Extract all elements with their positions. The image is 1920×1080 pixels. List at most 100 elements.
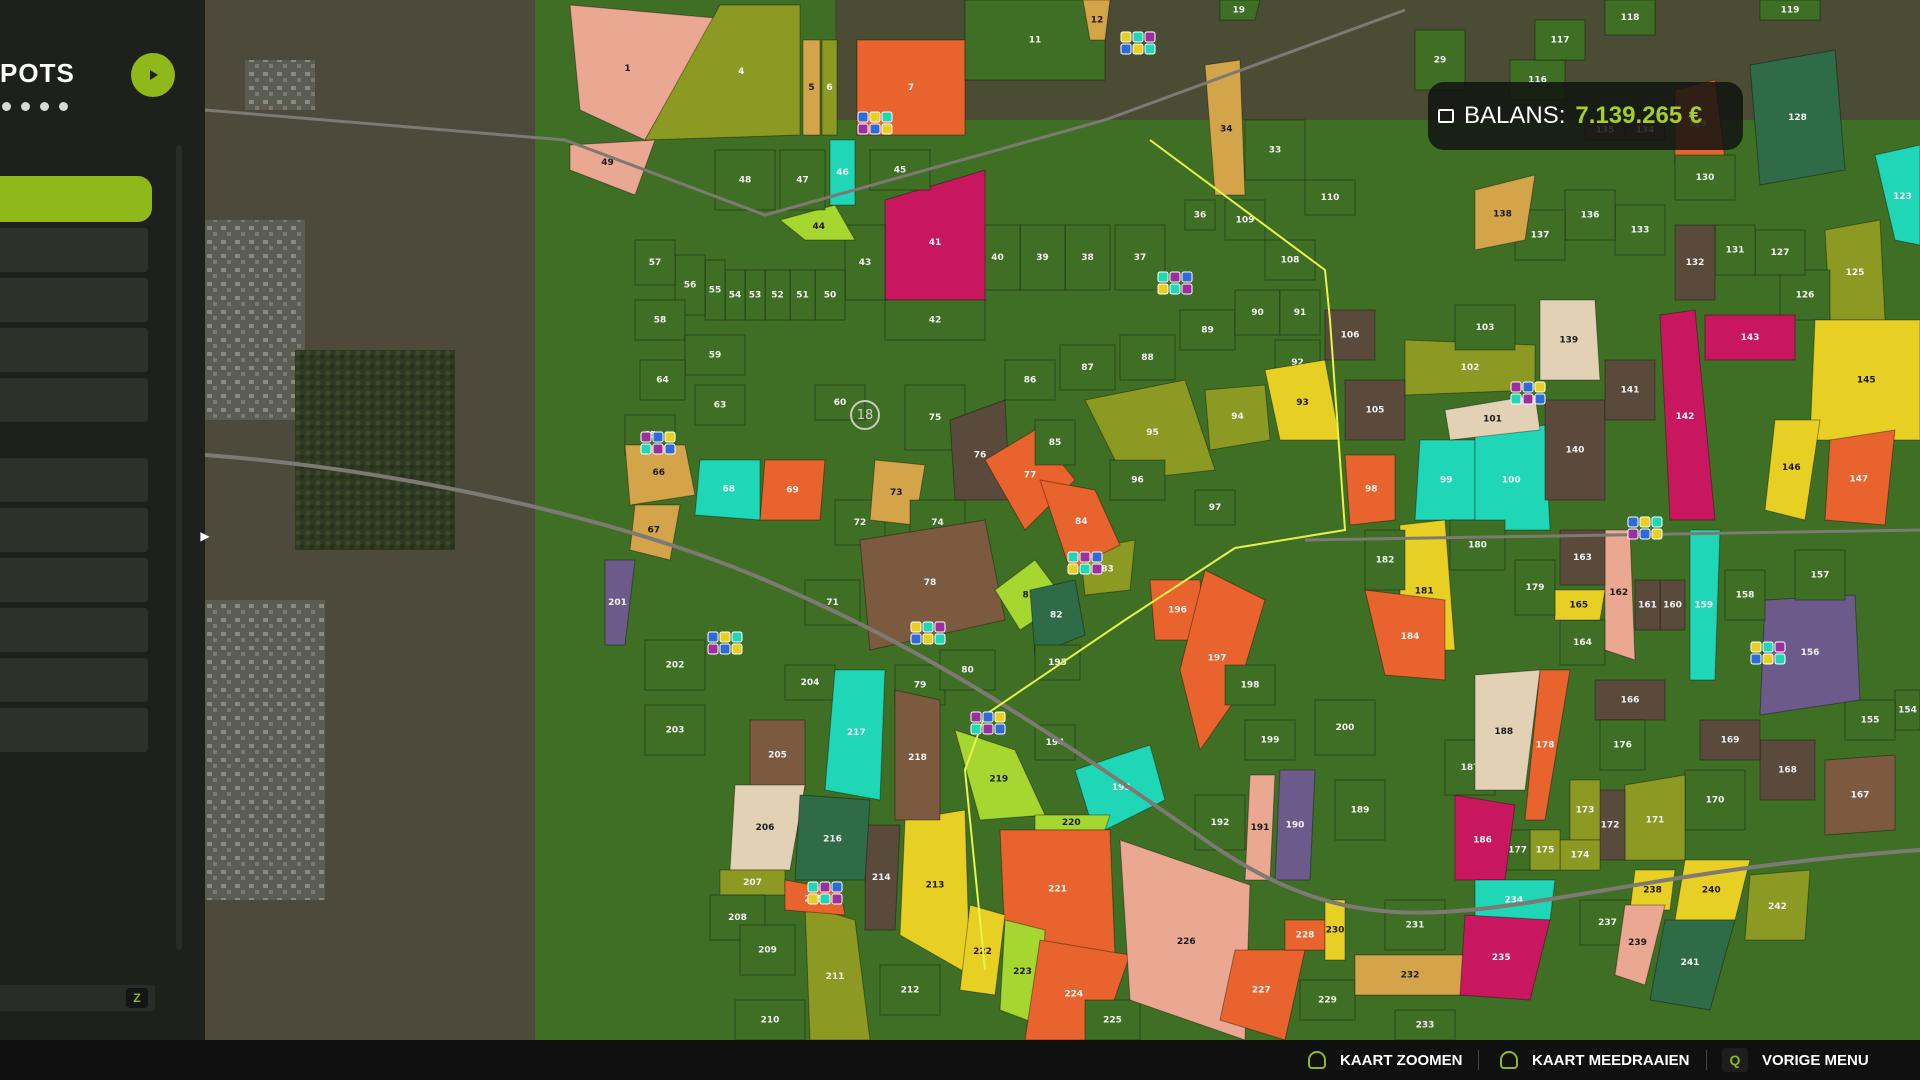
field-140[interactable]: 140	[1544, 399, 1606, 501]
field-136[interactable]: 136	[1564, 189, 1616, 241]
field-36[interactable]: 36	[1184, 199, 1216, 231]
map-hotspot-icon[interactable]	[1120, 31, 1132, 43]
menu-item[interactable]	[0, 228, 148, 272]
map-hotspot-icon[interactable]	[881, 123, 893, 135]
menu-item[interactable]	[0, 378, 148, 422]
menu-item[interactable]	[0, 458, 148, 502]
map-hotspot-icon[interactable]	[970, 723, 982, 735]
map-hotspot-icon[interactable]	[1091, 551, 1103, 563]
map-hotspot-icon[interactable]	[652, 431, 664, 443]
map-hotspot-icon[interactable]	[1510, 393, 1522, 405]
map-hotspot-icon[interactable]	[1144, 31, 1156, 43]
map-hotspot-icon[interactable]	[1067, 551, 1079, 563]
field-230[interactable]: 230	[1324, 899, 1346, 961]
field-64[interactable]: 64	[639, 359, 686, 401]
page-dot[interactable]	[2, 102, 11, 111]
field-210[interactable]: 210	[734, 999, 806, 1040]
field-171[interactable]: 171	[1624, 774, 1686, 861]
page-dot[interactable]	[21, 102, 30, 111]
field-233[interactable]: 233	[1394, 1009, 1456, 1040]
field-88[interactable]: 88	[1119, 334, 1176, 381]
field-163[interactable]: 163	[1559, 529, 1606, 586]
field-229[interactable]: 229	[1299, 979, 1356, 1021]
map-hotspot-icon[interactable]	[1639, 528, 1651, 540]
field-42[interactable]: 42	[884, 299, 986, 341]
map-hotspot-icon[interactable]	[922, 633, 934, 645]
field-212[interactable]: 212	[879, 964, 941, 1016]
field-203[interactable]: 203	[644, 704, 706, 756]
map-hotspot-icon[interactable]	[1534, 393, 1546, 405]
map-hotspot-icon[interactable]	[807, 893, 819, 905]
field-218[interactable]: 218	[894, 689, 941, 821]
field-51[interactable]: 51	[789, 269, 816, 321]
map-hotspot-icon[interactable]	[1762, 653, 1774, 665]
field-228[interactable]: 228	[1284, 919, 1326, 951]
map-hotspot-icon[interactable]	[819, 893, 831, 905]
field-220[interactable]: 220	[1034, 814, 1111, 831]
field-86[interactable]: 86	[1004, 359, 1056, 401]
field-90[interactable]: 90	[1234, 289, 1281, 336]
field-189[interactable]: 189	[1334, 779, 1386, 841]
shortcut-key[interactable]: Z	[126, 988, 148, 1008]
field-160[interactable]: 160	[1659, 579, 1686, 631]
field-68[interactable]: 68	[694, 459, 761, 521]
field-191[interactable]: 191	[1244, 774, 1276, 881]
field-155[interactable]: 155	[1844, 699, 1896, 741]
field-108[interactable]: 108	[1264, 239, 1316, 281]
field-99[interactable]: 99	[1414, 439, 1476, 521]
map-hotspot-icon[interactable]	[819, 881, 831, 893]
field-119[interactable]: 119	[1759, 0, 1821, 21]
map-hotspot-icon[interactable]	[1534, 381, 1546, 393]
field-127[interactable]: 127	[1754, 229, 1806, 276]
field-214[interactable]: 214	[864, 824, 901, 931]
hint-previous-menu[interactable]: Q VORIGE MENU	[1722, 1040, 1869, 1080]
field-98[interactable]: 98	[1344, 454, 1396, 526]
map-hotspot-icon[interactable]	[857, 111, 869, 123]
field-195[interactable]: 195	[1034, 644, 1081, 681]
field-166[interactable]: 166	[1594, 679, 1666, 721]
map-hotspot-icon[interactable]	[807, 881, 819, 893]
field-145[interactable]: 145	[1809, 319, 1920, 441]
map-hotspot-icon[interactable]	[922, 621, 934, 633]
field-69[interactable]: 69	[759, 459, 826, 521]
field-173[interactable]: 173	[1569, 779, 1601, 841]
map-canvas[interactable]: 1 45 6 711121929333436373839404142434445464…	[205, 0, 1920, 1040]
field-204[interactable]: 204	[784, 664, 836, 701]
field-94[interactable]: 94	[1204, 384, 1271, 451]
sidebar-scrollbar[interactable]	[176, 145, 182, 950]
map-hotspot-icon[interactable]	[994, 723, 1006, 735]
field-202[interactable]: 202	[644, 639, 706, 691]
menu-item[interactable]	[0, 508, 148, 552]
map-hotspot-icon[interactable]	[640, 431, 652, 443]
map-hotspot-icon[interactable]	[1079, 563, 1091, 575]
field-19[interactable]: 19	[1219, 0, 1261, 21]
map-hotspot-icon[interactable]	[731, 643, 743, 655]
map-hotspot-icon[interactable]	[910, 621, 922, 633]
map-hotspot-icon[interactable]	[1750, 653, 1762, 665]
field-132[interactable]: 132	[1674, 224, 1716, 301]
field-87[interactable]: 87	[1059, 344, 1116, 391]
menu-item[interactable]	[0, 278, 148, 322]
field-168[interactable]: 168	[1759, 739, 1816, 801]
field-231[interactable]: 231	[1384, 899, 1446, 951]
field-29[interactable]: 29	[1414, 29, 1466, 91]
field-159[interactable]: 159	[1689, 529, 1721, 681]
field-175[interactable]: 175	[1529, 829, 1561, 871]
map-hotspot-icon[interactable]	[982, 723, 994, 735]
map-hotspot-icon[interactable]	[1651, 516, 1663, 528]
field-217[interactable]: 217	[824, 669, 886, 801]
map-hotspot-icon[interactable]	[664, 443, 676, 455]
field-39[interactable]: 39	[1019, 224, 1066, 291]
field-162[interactable]: 162	[1604, 529, 1636, 661]
field-52[interactable]: 52	[764, 269, 791, 321]
hint-zoom-map[interactable]: KAART ZOOMEN	[1308, 1040, 1463, 1080]
map-hotspot-icon[interactable]	[1091, 563, 1103, 575]
map-hotspot-icon[interactable]	[1169, 271, 1181, 283]
map-hotspot-icon[interactable]	[652, 443, 664, 455]
map-hotspot-icon[interactable]	[857, 123, 869, 135]
field-50[interactable]: 50	[814, 269, 846, 321]
map-hotspot-icon[interactable]	[994, 711, 1006, 723]
field-141[interactable]: 141	[1604, 359, 1656, 421]
field-128[interactable]: 128	[1749, 49, 1846, 186]
field-225[interactable]: 225	[1084, 999, 1141, 1040]
